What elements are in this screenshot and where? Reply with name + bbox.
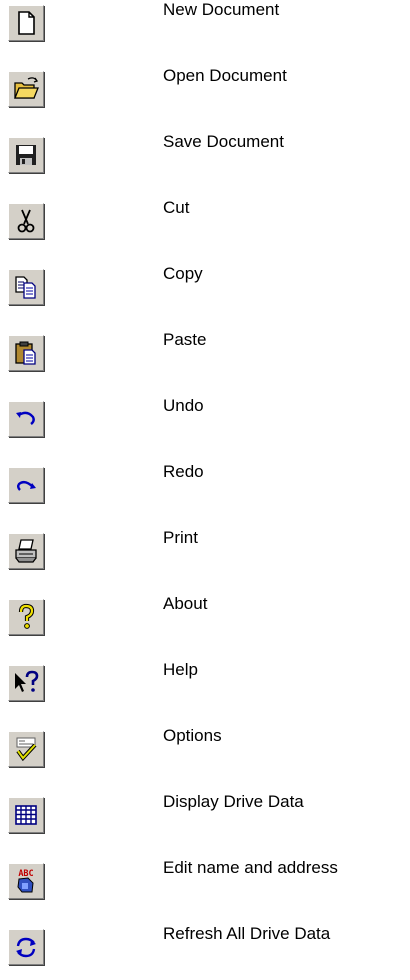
options-button[interactable]	[8, 731, 44, 767]
open-folder-icon	[14, 77, 39, 99]
legend-row-redo: Redo	[0, 462, 410, 518]
about-button[interactable]	[8, 599, 44, 635]
legend-label: About	[163, 594, 208, 613]
save-document-button[interactable]	[8, 137, 44, 173]
legend-row-paste: Paste	[0, 330, 410, 386]
legend-row-options: Options	[0, 726, 410, 782]
legend-row-undo: Undo	[0, 396, 410, 452]
legend-label: Refresh All Drive Data	[163, 924, 331, 943]
redo-button[interactable]	[8, 467, 44, 503]
undo-arrow-icon	[16, 411, 35, 425]
legend-row-about: About	[0, 594, 410, 650]
edit-name-address-button[interactable]: ABC	[8, 863, 44, 899]
legend-row-cut: Cut	[0, 198, 410, 254]
undo-button[interactable]	[8, 401, 44, 437]
legend-label: New Document	[163, 0, 280, 19]
legend-label: Print	[163, 528, 198, 547]
refresh-all-drive-data-button[interactable]	[8, 929, 44, 965]
copy-icon	[15, 276, 36, 299]
question-mark-icon	[18, 603, 35, 629]
clipboard-paste-icon	[15, 341, 36, 365]
grid-table-icon	[15, 805, 37, 825]
legend-label: Paste	[163, 330, 207, 349]
legend-label: Copy	[163, 264, 203, 283]
legend-row-save-document: Save Document	[0, 132, 410, 188]
legend-row-edit-name-address: ABC Edit name and address	[0, 858, 410, 914]
legend-row-copy: Copy	[0, 264, 410, 320]
copy-button[interactable]	[8, 269, 44, 305]
legend-label: Cut	[163, 198, 190, 217]
legend-row-help: Help	[0, 660, 410, 716]
help-button[interactable]	[8, 665, 44, 701]
help-pointer-icon	[15, 670, 39, 692]
scissors-icon	[17, 209, 35, 233]
legend-label: Open Document	[163, 66, 287, 85]
cut-button[interactable]	[8, 203, 44, 239]
legend-label: Edit name and address	[163, 858, 338, 877]
legend-row-new-document: New Document	[0, 0, 410, 56]
svg-text:ABC: ABC	[18, 869, 33, 879]
print-button[interactable]	[8, 533, 44, 569]
legend-label: Options	[163, 726, 222, 745]
open-document-button[interactable]	[8, 71, 44, 107]
legend-label: Redo	[163, 462, 204, 481]
abc-edit-icon: ABC	[17, 869, 34, 893]
legend-label: Save Document	[163, 132, 284, 151]
legend-label: Display Drive Data	[163, 792, 304, 811]
new-document-icon	[18, 11, 35, 35]
legend-row-display-drive-data: Display Drive Data	[0, 792, 410, 848]
legend-row-open-document: Open Document	[0, 66, 410, 122]
redo-arrow-icon	[17, 480, 36, 491]
legend-label: Help	[163, 660, 198, 679]
refresh-arrows-icon	[16, 937, 36, 958]
options-checkmark-icon	[16, 737, 37, 762]
legend-label: Undo	[163, 396, 204, 415]
legend-row-refresh-all-drive-data: Refresh All Drive Data	[0, 924, 410, 980]
paste-button[interactable]	[8, 335, 44, 371]
legend-row-print: Print	[0, 528, 410, 584]
display-drive-data-button[interactable]	[8, 797, 44, 833]
floppy-disk-icon	[16, 145, 36, 165]
printer-icon	[15, 539, 37, 563]
new-document-button[interactable]	[8, 5, 44, 41]
